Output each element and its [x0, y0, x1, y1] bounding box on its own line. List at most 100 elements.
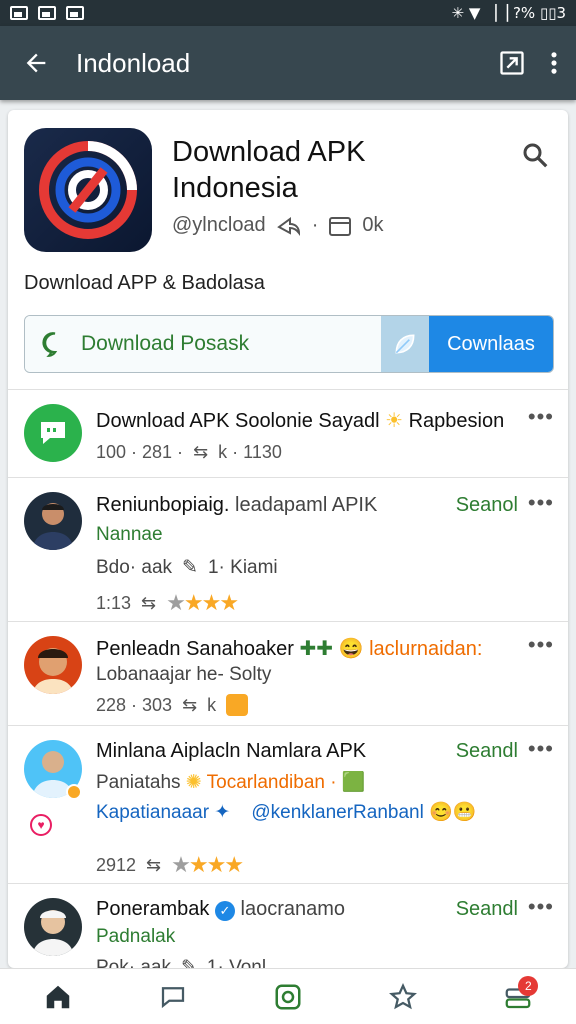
arrow-left-icon — [26, 53, 46, 73]
list-item[interactable]: ♥ Minlana Aiplacln Namlara APK Seandl ••… — [8, 726, 568, 884]
sun-emoji-icon: ☀ — [385, 410, 404, 432]
item-links: Kapatianaaar ✦ @kenklanerRanbanl 😊😬 — [96, 800, 476, 824]
more-options-button[interactable]: ••• — [528, 490, 554, 516]
follow-tag[interactable]: Seandl — [456, 740, 518, 763]
follow-tag[interactable]: Seandl — [456, 898, 518, 921]
chat-bubble-icon — [42, 332, 58, 357]
search-icon — [523, 143, 548, 168]
leaf-button[interactable] — [381, 316, 429, 372]
leaf-icon — [395, 334, 415, 354]
target-logo-icon — [39, 141, 137, 239]
mention-link[interactable]: @kenklanerRanbanl — [251, 802, 423, 823]
overflow-menu-button[interactable] — [548, 49, 560, 77]
app-icon[interactable] — [24, 128, 152, 252]
item-meta: 100 · 281 · ⇆ k · 1130 — [96, 442, 282, 463]
home-icon — [46, 985, 69, 1008]
notification-badge: 2 — [518, 975, 539, 996]
verified-badge-icon — [66, 784, 82, 800]
retweet-icon[interactable]: ⇆ — [146, 855, 161, 876]
retweet-icon[interactable]: ⇆ — [141, 593, 156, 614]
app-handle: @ylncload — [172, 214, 266, 236]
message-icon — [41, 422, 65, 444]
verified-icon: ✓ — [214, 901, 235, 921]
item-line: Bdo· aak ✎ 1· Kiami — [96, 556, 278, 579]
item-line: Pok· aak ✎ 1· Vonl — [96, 956, 266, 969]
rating-stars: ★★★★ — [166, 590, 239, 615]
item-meta: 228 · 303 ⇆ k — [96, 694, 249, 716]
status-indicators: ✳ ▼ ▕▕ ?% ▯▯3 — [451, 4, 566, 22]
nav-home[interactable] — [28, 972, 88, 1022]
app-description: Download APP & Badolasa — [24, 272, 265, 294]
reply-icon[interactable]: ✎ — [181, 956, 197, 968]
item-subtitle: Lobanaajar he- Solty — [96, 664, 272, 685]
star-icon — [389, 982, 418, 1009]
more-options-button[interactable]: ••• — [528, 404, 554, 430]
more-options-button[interactable]: ••• — [528, 736, 554, 762]
coin-icon — [226, 694, 249, 716]
heart-icon[interactable]: ♥ — [30, 814, 52, 836]
app-header: Download APK Indonesia @ylncload · 0k Do… — [8, 110, 568, 390]
chat-app-avatar — [24, 404, 82, 462]
item-meta: 1:13 ⇆ ★★★★ — [96, 590, 239, 615]
open-external-icon — [500, 51, 524, 75]
rating-stars: ★★★★ — [171, 852, 244, 877]
status-bar: ✳ ▼ ▕▕ ?% ▯▯3 — [0, 0, 576, 26]
retweet-icon[interactable]: ⇆ — [193, 442, 208, 463]
avatar[interactable] — [24, 898, 82, 956]
item-meta: 2912 ⇆ ★★★★ — [96, 852, 244, 877]
gallery-icon — [38, 6, 56, 20]
download-button[interactable]: Cownlaas — [429, 316, 553, 372]
person-avatar-icon — [32, 910, 74, 956]
follow-tag[interactable]: Seanol — [456, 494, 518, 517]
item-subtitle: Nannae — [96, 524, 163, 545]
chat-icon — [161, 986, 184, 1008]
calendar-icon — [329, 216, 352, 236]
retweet-icon[interactable]: ⇆ — [182, 695, 197, 716]
download-text-field[interactable]: Download Posask — [25, 316, 381, 372]
open-external-button[interactable] — [498, 49, 526, 77]
dot-separator: · — [311, 214, 319, 236]
share-icon[interactable] — [276, 215, 302, 237]
item-title: Download APK Soolonie Sayadl ☀ Rapbesion — [96, 410, 505, 432]
nav-notifications[interactable]: 2 — [488, 972, 548, 1022]
bottom-nav: 2 — [0, 968, 576, 1024]
avatar[interactable] — [24, 492, 82, 550]
emoji-icon: ✚✚ — [299, 638, 334, 660]
back-button[interactable] — [16, 43, 56, 83]
smile-emoji-icon: 😄 — [338, 638, 364, 660]
person-avatar-icon — [32, 648, 74, 694]
share-count: 0k — [362, 214, 384, 236]
item-title: Penleadn Sanahoaker ✚✚ 😄 laclurnaidan: — [96, 638, 483, 660]
list-item[interactable]: Penleadn Sanahoaker ✚✚ 😄 laclurnaidan: •… — [8, 622, 568, 726]
app-bar: Indonload — [0, 26, 576, 100]
person-avatar-icon — [32, 503, 74, 550]
emoji-icon: 🟩 — [341, 772, 366, 793]
reply-icon[interactable]: ✎ — [182, 556, 198, 579]
item-subtitle: Padnalak — [96, 926, 176, 947]
emoji-icon: 😊😬 — [429, 802, 477, 823]
content-card: Download APK Indonesia @ylncload · 0k Do… — [8, 110, 568, 968]
item-subtitle: Paniatahs ✺ Tocarlandiban · 🟩 — [96, 772, 366, 793]
more-options-button[interactable]: ••• — [528, 632, 554, 658]
hashtag-link[interactable]: Kapatianaaar — [96, 802, 209, 823]
item-title: Reniunbopiaig. leadapaml APIK — [96, 494, 378, 516]
list-item[interactable]: Reniunbopiaig. leadapaml APIK Seanol •••… — [8, 478, 568, 622]
app-name: Download APK Indonesia — [172, 136, 366, 204]
nav-favorites[interactable] — [373, 972, 433, 1022]
search-button[interactable] — [520, 140, 550, 175]
item-title: Minlana Aiplacln Namlara APK — [96, 740, 367, 762]
app-meta-row: @ylncload · 0k — [172, 214, 383, 237]
download-text: Download Posask — [81, 332, 250, 355]
more-vert-icon — [551, 52, 557, 74]
avatar[interactable] — [24, 636, 82, 694]
app-bar-title: Indonload — [76, 47, 191, 78]
list-item[interactable]: Download APK Soolonie Sayadl ☀ Rapbesion… — [8, 390, 568, 478]
image-icon — [10, 6, 28, 20]
more-options-button[interactable]: ••• — [528, 894, 554, 920]
nav-discover[interactable] — [258, 972, 318, 1022]
discover-icon — [275, 984, 301, 1009]
item-title: Ponerambak ✓ laocranamo — [96, 898, 346, 921]
sun-emoji-icon: ✺ — [185, 772, 202, 793]
list-item[interactable]: Ponerambak ✓ laocranamo Seandl ••• Padna… — [8, 884, 568, 968]
nav-messages[interactable] — [143, 972, 203, 1022]
